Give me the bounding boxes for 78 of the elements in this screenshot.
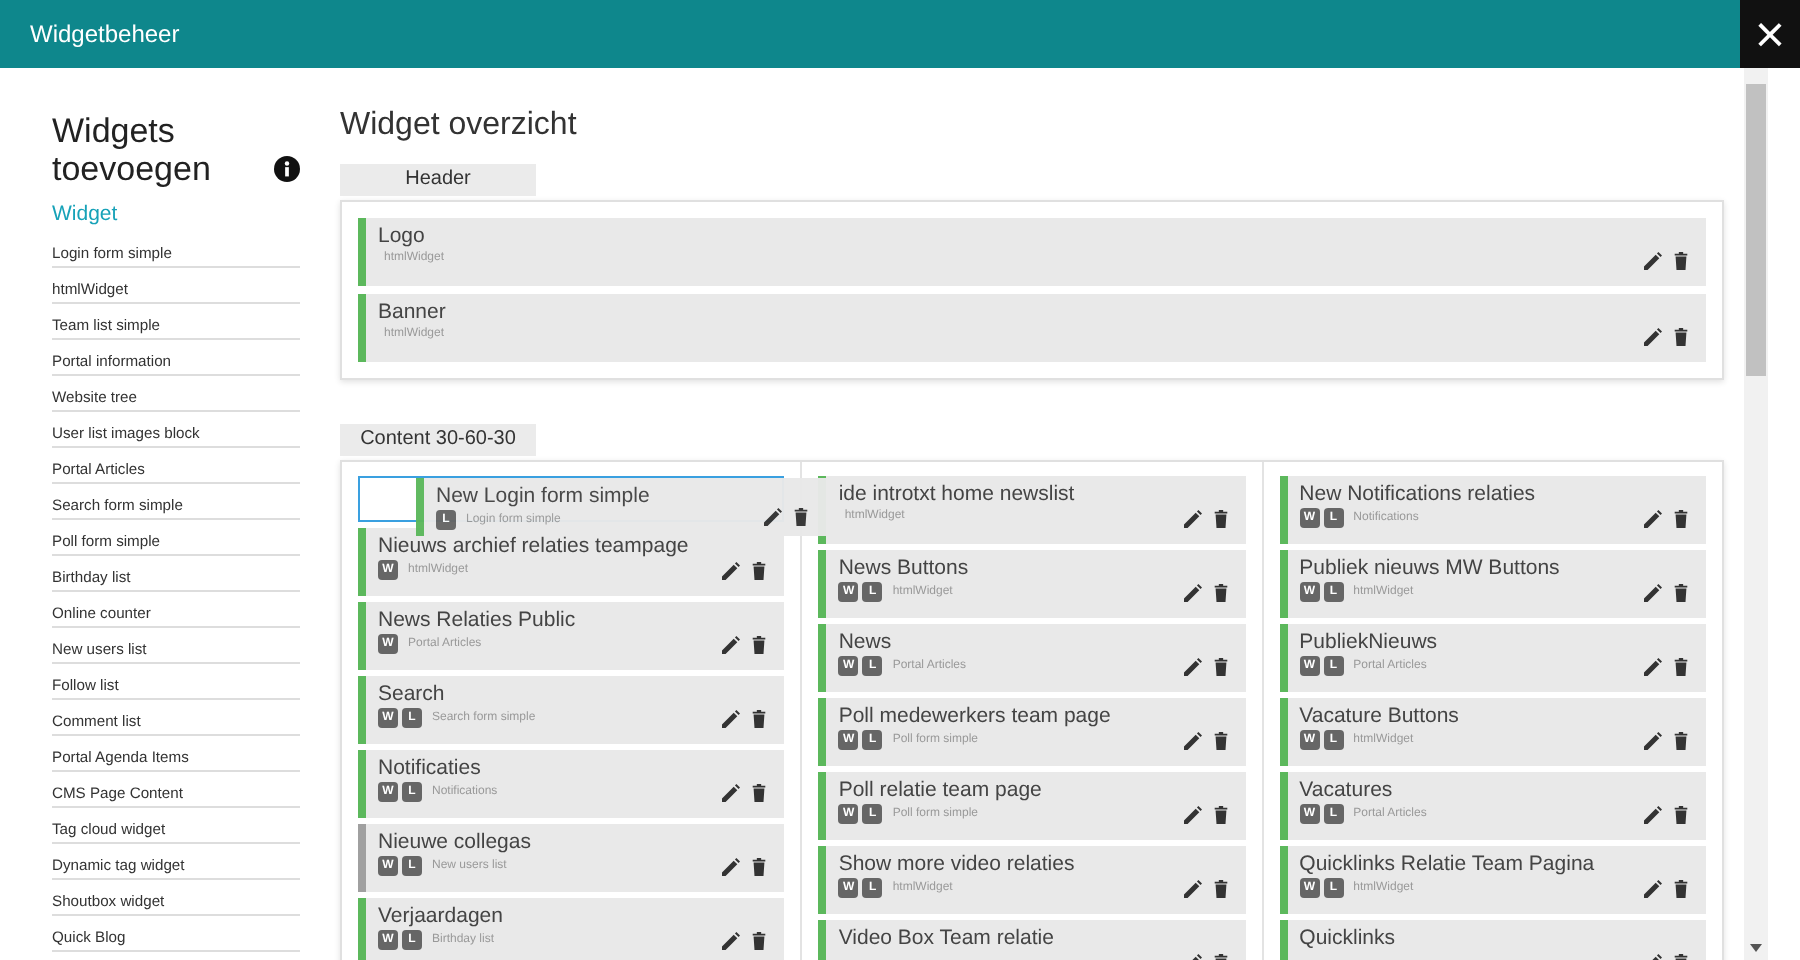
delete-icon[interactable] xyxy=(1211,806,1230,824)
edit-icon[interactable] xyxy=(722,636,741,654)
widget-title: Banner xyxy=(378,300,448,324)
widget-title: Verjaardagen xyxy=(378,904,505,928)
widget-title: Vacatures xyxy=(1299,778,1395,802)
delete-icon[interactable] xyxy=(1671,658,1690,676)
widget-title: Quicklinks xyxy=(1299,926,1398,950)
widget-title: New Notifications relaties xyxy=(1299,482,1538,506)
edit-icon[interactable] xyxy=(1183,806,1202,824)
delete-icon[interactable] xyxy=(750,932,769,950)
edit-icon[interactable] xyxy=(1643,658,1662,676)
delete-icon[interactable] xyxy=(1211,658,1230,676)
widget-title: ide introtxt home newslist xyxy=(838,482,1077,506)
widget-title: PubliekNieuws xyxy=(1299,630,1440,654)
widget-title: News xyxy=(838,630,894,654)
widget-title: New Login form simple xyxy=(436,484,652,508)
section-tab[interactable]: Content 30-60-30 xyxy=(340,424,536,456)
widget-title: Logo xyxy=(378,224,427,248)
delete-icon[interactable] xyxy=(1671,510,1690,528)
edit-icon[interactable] xyxy=(764,508,782,526)
panel-heading: Widgets toevoegen xyxy=(52,112,213,188)
edit-icon[interactable] xyxy=(1183,584,1202,602)
widget-title: Search xyxy=(378,682,447,706)
widget-title: Nieuws archief relaties teampage xyxy=(378,534,691,558)
delete-icon[interactable] xyxy=(750,784,769,802)
edit-icon[interactable] xyxy=(722,932,741,950)
widget-title: Vacature Buttons xyxy=(1299,704,1461,728)
edit-icon[interactable] xyxy=(1644,328,1662,346)
close-button[interactable]: × xyxy=(1740,0,1800,68)
widget-title: Nieuwe collegas xyxy=(378,830,533,854)
widget-card[interactable]: Video Box Team relatie xyxy=(818,920,1246,960)
widget-title: Poll relatie team page xyxy=(838,778,1044,802)
info-icon[interactable] xyxy=(274,156,300,182)
delete-icon[interactable] xyxy=(750,636,769,654)
edit-icon[interactable] xyxy=(722,562,741,580)
delete-icon[interactable] xyxy=(1211,510,1230,528)
section-tab[interactable]: Header xyxy=(340,164,536,196)
edit-icon[interactable] xyxy=(1643,510,1662,528)
section-heading: Widget overzicht xyxy=(340,108,579,144)
widget-title: News Relaties Public xyxy=(378,608,578,632)
edit-icon[interactable] xyxy=(1643,584,1662,602)
window-title: Widgetbeheer xyxy=(28,18,182,52)
category-heading: Widget xyxy=(52,200,120,230)
edit-icon[interactable] xyxy=(1183,880,1202,898)
edit-icon[interactable] xyxy=(1183,732,1202,750)
edit-icon[interactable] xyxy=(1643,880,1662,898)
delete-icon[interactable] xyxy=(1672,328,1690,346)
edit-icon[interactable] xyxy=(722,858,741,876)
edit-icon[interactable] xyxy=(1643,732,1662,750)
delete-icon[interactable] xyxy=(750,710,769,728)
delete-icon[interactable] xyxy=(1671,732,1690,750)
edit-icon[interactable] xyxy=(1183,510,1202,528)
delete-icon[interactable] xyxy=(1671,584,1690,602)
delete-icon[interactable] xyxy=(1671,806,1690,824)
widget-title: News Buttons xyxy=(838,556,971,580)
widget-card[interactable]: Quicklinks xyxy=(1279,920,1706,960)
delete-icon[interactable] xyxy=(750,562,769,580)
widget-title: Publiek nieuws MW Buttons xyxy=(1299,556,1562,580)
widget-title: Show more video relaties xyxy=(838,852,1077,876)
delete-icon[interactable] xyxy=(1211,880,1230,898)
delete-icon[interactable] xyxy=(1671,880,1690,898)
widget-title: Quicklinks Relatie Team Pagina xyxy=(1299,852,1597,876)
edit-icon[interactable] xyxy=(1644,252,1662,270)
edit-icon[interactable] xyxy=(1183,658,1202,676)
scrollbar[interactable] xyxy=(1744,68,1768,960)
edit-icon[interactable] xyxy=(722,784,741,802)
edit-icon[interactable] xyxy=(722,710,741,728)
edit-icon[interactable] xyxy=(1643,806,1662,824)
delete-icon[interactable] xyxy=(1211,732,1230,750)
widget-title: Notificaties xyxy=(378,756,483,780)
widget-title: Poll medewerkers team page xyxy=(838,704,1113,728)
delete-icon[interactable] xyxy=(792,508,810,526)
widget-title: Video Box Team relatie xyxy=(838,926,1056,950)
delete-icon[interactable] xyxy=(750,858,769,876)
scroll-down-icon[interactable] xyxy=(1750,944,1762,952)
delete-icon[interactable] xyxy=(1672,252,1690,270)
scrollbar-thumb[interactable] xyxy=(1746,84,1766,376)
delete-icon[interactable] xyxy=(1211,584,1230,602)
